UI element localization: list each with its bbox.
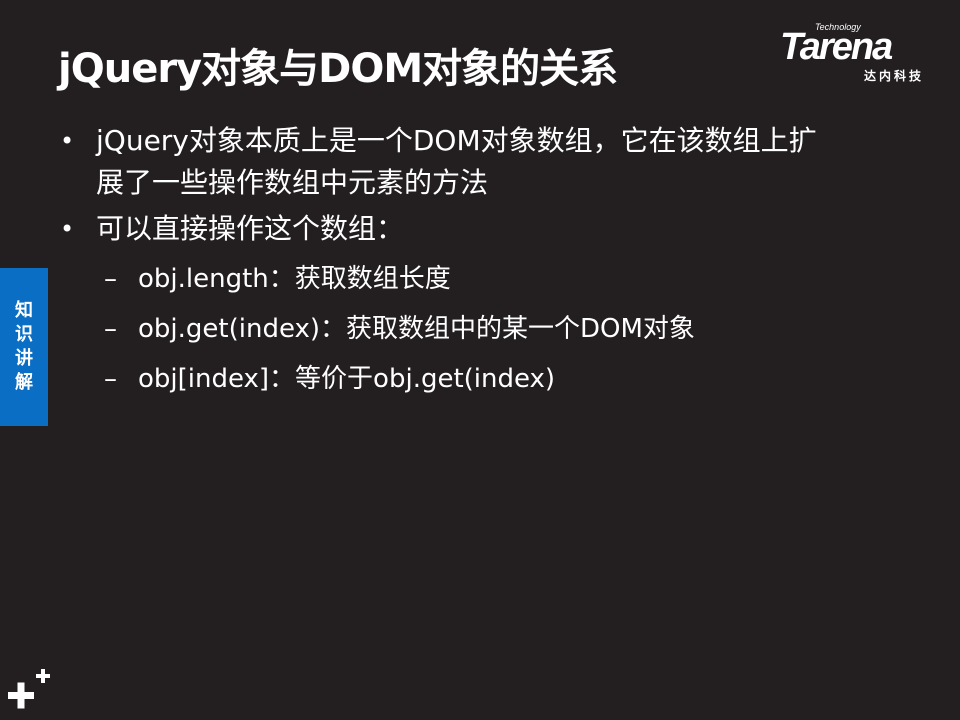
tarena-logo: Technology Tarena 达内科技 bbox=[780, 22, 950, 83]
side-tab-char: 解 bbox=[15, 372, 33, 393]
dash-icon: – bbox=[104, 364, 117, 394]
bullet-text-line: 可以直接操作这个数组： bbox=[96, 212, 405, 245]
sub-bullet-text: obj[index]：等价于obj.get(index) bbox=[138, 364, 556, 394]
side-tab-char: 知 bbox=[15, 300, 33, 321]
sub-bullet-item: – obj.get(index)：获取数组中的某一个DOM对象 bbox=[60, 304, 930, 354]
sub-bullet-text: obj.get(index)：获取数组中的某一个DOM对象 bbox=[138, 314, 695, 344]
slide: jQuery对象与DOM对象的关系 Technology Tarena 达内科技… bbox=[0, 0, 960, 720]
dash-icon: – bbox=[104, 314, 117, 344]
sub-bullet-item: – obj.length：获取数组长度 bbox=[60, 254, 930, 304]
logo-brand-text: Tarena bbox=[780, 26, 893, 68]
sub-bullet-item: – obj[index]：等价于obj.get(index) bbox=[60, 354, 930, 404]
bullet-icon: • bbox=[60, 127, 75, 155]
side-tab-char: 讲 bbox=[15, 348, 33, 369]
bullet-text-line: jQuery对象本质上是一个DOM对象数组，它在该数组上扩 bbox=[96, 124, 817, 157]
slide-title: jQuery对象与DOM对象的关系 bbox=[58, 46, 618, 92]
sub-bullet-text: obj.length：获取数组长度 bbox=[138, 264, 451, 294]
bullet-icon: • bbox=[60, 215, 75, 243]
bullet-list: • jQuery对象本质上是一个DOM对象数组，它在该数组上扩 展了一些操作数组… bbox=[60, 120, 930, 404]
logo-subtitle-text: 达内科技 bbox=[864, 69, 925, 83]
bullet-item: • jQuery对象本质上是一个DOM对象数组，它在该数组上扩 展了一些操作数组… bbox=[60, 120, 930, 204]
dash-icon: – bbox=[104, 264, 117, 294]
bullet-text-line: 展了一些操作数组中元素的方法 bbox=[96, 166, 489, 199]
plus-decoration-icon bbox=[8, 669, 50, 709]
side-tab-char: 识 bbox=[15, 324, 33, 345]
knowledge-explanation-tab: 知 识 讲 解 bbox=[0, 268, 48, 426]
bullet-item: • 可以直接操作这个数组： bbox=[60, 208, 930, 250]
